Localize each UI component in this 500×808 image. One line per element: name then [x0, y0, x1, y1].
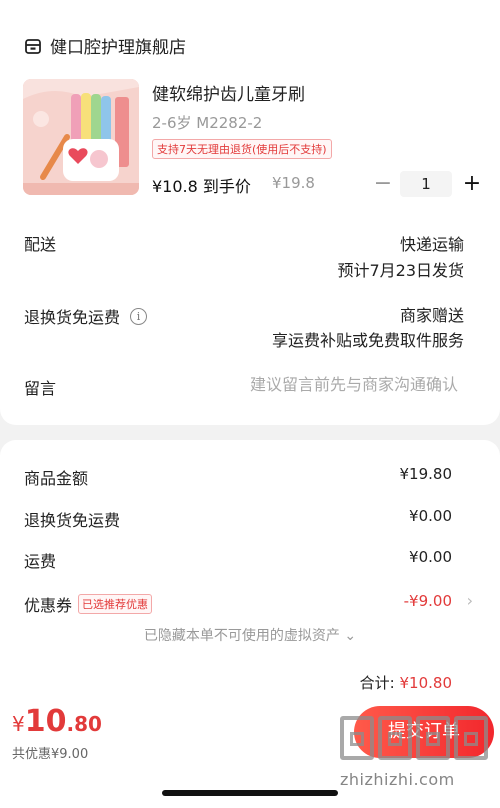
- return-insurance-row: 退换货免运费 i: [24, 304, 148, 328]
- coupon-tag: 已选推荐优惠: [78, 594, 153, 614]
- coupon-row[interactable]: 优惠券 已选推荐优惠: [24, 592, 153, 616]
- total-savings[interactable]: 共优惠¥9.00: [12, 743, 88, 762]
- quantity-stepper: − 1 +: [372, 171, 484, 197]
- pay-amount: ¥ 10 .80: [12, 704, 102, 739]
- subtotal-value: ¥19.80: [399, 465, 453, 483]
- order-total: 合计: ¥10.80: [360, 672, 452, 693]
- store-icon: [25, 38, 41, 54]
- subtotal-label: 商品金额: [24, 469, 89, 488]
- price-decimal: .80: [66, 712, 102, 736]
- hidden-assets-toggle[interactable]: 已隐藏本单不可使用的虚拟资产 ⌄: [0, 625, 500, 645]
- original-price: ¥19.8: [272, 174, 315, 192]
- product-image[interactable]: [23, 79, 139, 195]
- return-insurance-label: 退换货免运费: [24, 308, 121, 327]
- watermark-text: zhizhizhi.com: [340, 770, 455, 789]
- total-label: 合计:: [359, 674, 400, 692]
- shop-header[interactable]: 健口腔护理旗舰店: [24, 33, 186, 58]
- return-policy-tag: 支持7天无理由退货(使用后不支持): [152, 139, 332, 159]
- coupon-value[interactable]: -¥9.00: [404, 592, 452, 610]
- delivery-label: 配送: [24, 235, 57, 254]
- return-insurance-value: 商家赠送: [399, 306, 464, 325]
- quantity-decrease-button[interactable]: −: [372, 172, 394, 196]
- shipping-fee-label: 运费: [24, 552, 57, 571]
- note-input[interactable]: [198, 375, 458, 394]
- delivery-method: 快递运输: [399, 235, 464, 254]
- watermark-logo: [340, 716, 488, 760]
- return-shipping-label: 退换货免运费: [24, 511, 121, 530]
- quantity-field[interactable]: 1: [400, 171, 452, 197]
- coupon-label: 优惠券: [24, 596, 73, 615]
- product-title[interactable]: 健软绵护齿儿童牙刷: [152, 80, 305, 105]
- quantity-increase-button[interactable]: +: [460, 172, 484, 196]
- delivery-estimate: 预计7月23日发货: [337, 261, 464, 280]
- price-integer: 10: [24, 704, 67, 739]
- shipping-fee-value: ¥0.00: [409, 548, 452, 566]
- total-value: ¥10.80: [399, 674, 453, 692]
- toothbrush-product-illustration: [23, 79, 139, 195]
- home-indicator[interactable]: [162, 790, 338, 796]
- final-price: ¥10.8 到手价: [152, 177, 251, 196]
- product-spec[interactable]: 2-6岁 M2282-2: [152, 112, 262, 133]
- return-shipping-value: ¥0.00: [409, 507, 452, 525]
- return-insurance-detail: 享运费补贴或免费取件服务: [271, 331, 464, 350]
- note-label: 留言: [24, 379, 57, 398]
- watermark: zhizhizhi.com: [340, 716, 500, 802]
- currency-symbol: ¥: [12, 712, 25, 736]
- shop-name: 健口腔护理旗舰店: [50, 38, 186, 58]
- chevron-right-icon[interactable]: ›: [467, 591, 473, 610]
- info-icon[interactable]: i: [130, 307, 148, 325]
- order-item-card: 健口腔护理旗舰店 健软绵护齿儿童牙刷 2-6岁 M2282-2 支持7天无理由退…: [0, 0, 500, 425]
